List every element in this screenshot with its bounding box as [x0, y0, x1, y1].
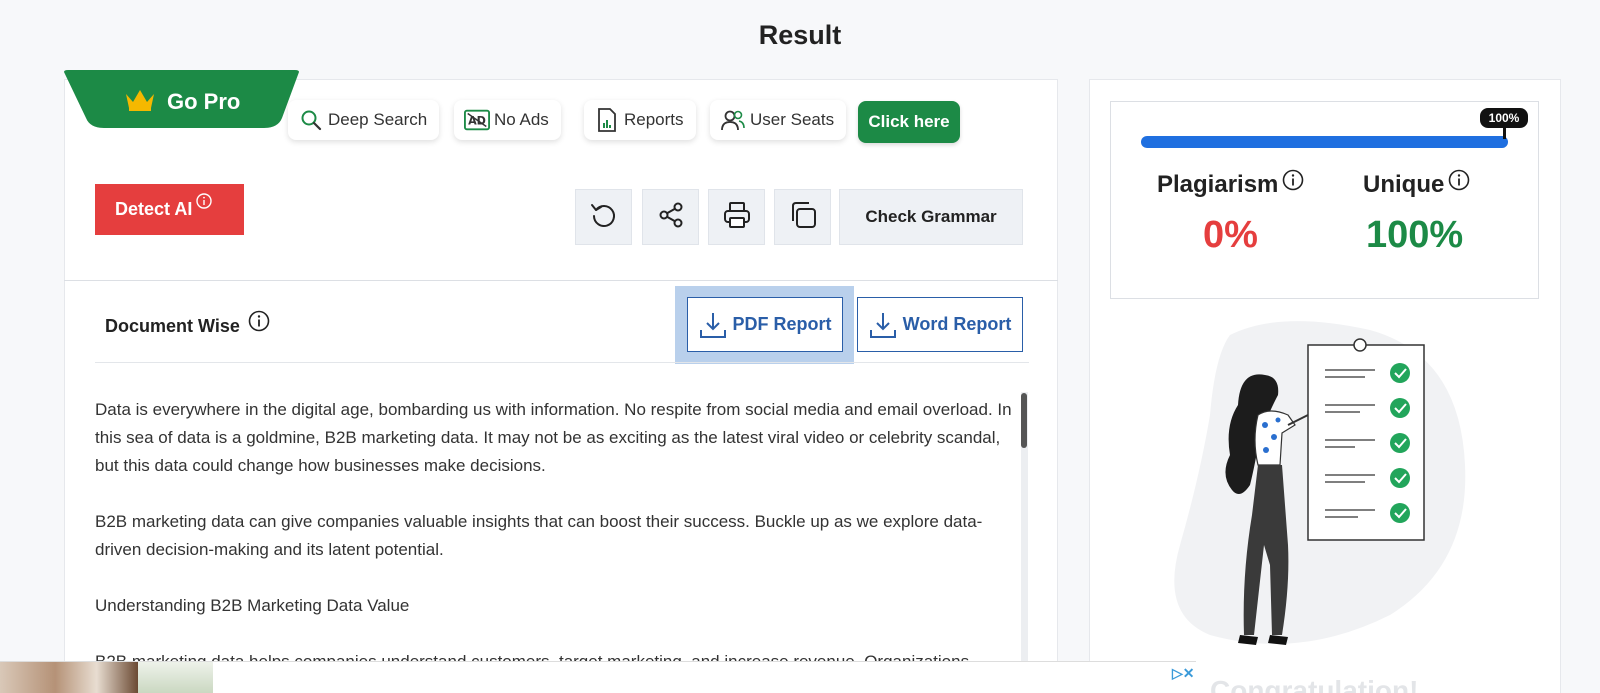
deep-search-label: Deep Search: [328, 110, 428, 129]
document-header-divider: [95, 362, 1029, 363]
info-icon[interactable]: [1448, 169, 1470, 198]
print-button[interactable]: [708, 189, 765, 245]
info-icon: [196, 193, 213, 214]
reports-label: Reports: [624, 110, 684, 129]
share-icon: [657, 201, 685, 234]
document-paragraph: Data is everywhere in the digital age, b…: [95, 400, 1012, 475]
result-summary-box: [1110, 101, 1539, 299]
download-icon: [699, 310, 727, 340]
document-paragraph: B2B marketing data can give companies va…: [95, 512, 983, 559]
user-seats-chip[interactable]: User Seats: [710, 100, 847, 140]
deep-search-chip[interactable]: Deep Search: [288, 100, 440, 140]
no-ads-label: No Ads: [494, 110, 549, 129]
info-icon[interactable]: [248, 310, 270, 337]
congratulation-text: Congratulation!: [1210, 675, 1419, 693]
plagiarism-heading: Plagiarism: [1157, 169, 1304, 199]
pdf-report-button[interactable]: PDF Report: [687, 297, 843, 352]
progress-fill: [1141, 136, 1508, 148]
ad-choices-icon[interactable]: ▷✕: [1172, 665, 1195, 682]
copy-icon: [788, 200, 818, 235]
plagiarism-label: Plagiarism: [1157, 171, 1279, 198]
word-report-button[interactable]: Word Report: [857, 297, 1023, 352]
check-grammar-button[interactable]: Check Grammar: [839, 189, 1023, 245]
document-paragraph: Understanding B2B Marketing Data Value: [95, 596, 410, 615]
detect-ai-label: Detect AI: [115, 199, 193, 219]
go-pro-label: Go Pro: [167, 89, 241, 114]
reload-button[interactable]: [575, 189, 632, 245]
unique-value: 100%: [1366, 214, 1464, 256]
document-wise-heading: Document Wise: [105, 310, 270, 337]
download-icon: [869, 310, 897, 340]
copy-button[interactable]: [774, 189, 831, 245]
report-file-icon: [594, 107, 620, 133]
plagiarism-value: 0%: [1203, 214, 1258, 256]
svg-text:AD: AD: [468, 115, 486, 128]
click-here-button[interactable]: Click here: [858, 101, 960, 143]
section-divider: [64, 280, 1058, 281]
progress-pin: [1503, 127, 1506, 139]
unique-label: Unique: [1363, 171, 1445, 198]
pdf-report-label: PDF Report: [732, 314, 832, 334]
word-report-label: Word Report: [902, 314, 1012, 334]
reports-chip[interactable]: Reports: [584, 100, 696, 140]
unique-heading: Unique: [1363, 169, 1470, 199]
user-seats-label: User Seats: [750, 110, 835, 129]
ad-image[interactable]: [0, 662, 138, 693]
info-icon[interactable]: [1282, 169, 1304, 198]
page-title: Result: [758, 20, 842, 50]
no-ads-icon: AD: [464, 107, 490, 133]
detect-ai-button[interactable]: Detect AI: [95, 184, 244, 235]
print-icon: [722, 200, 752, 235]
document-text: Data is everywhere in the digital age, b…: [95, 396, 1015, 664]
document-scrollbar-thumb[interactable]: [1021, 393, 1027, 448]
go-pro-banner[interactable]: Go Pro: [64, 70, 299, 130]
document-wise-label: Document Wise: [105, 316, 240, 336]
users-icon: [720, 107, 746, 133]
no-ads-chip[interactable]: AD No Ads: [454, 100, 561, 140]
ad-image[interactable]: [138, 662, 213, 693]
ad-banner[interactable]: ▷✕: [0, 661, 1196, 693]
share-button[interactable]: [642, 189, 699, 245]
progress-badge: 100%: [1480, 108, 1528, 128]
search-icon: [298, 107, 324, 133]
reload-icon: [589, 200, 619, 235]
checklist-illustration: [1170, 315, 1480, 670]
